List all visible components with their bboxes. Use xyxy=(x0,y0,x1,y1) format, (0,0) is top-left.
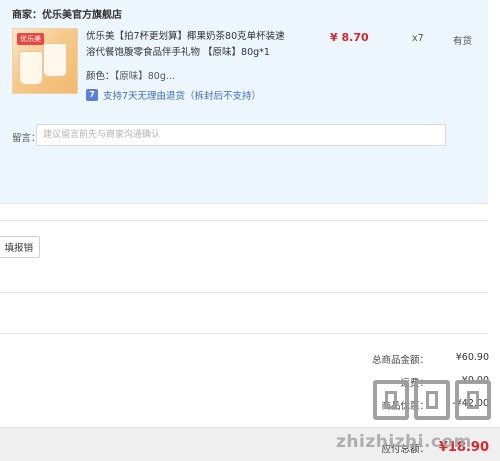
return-guarantee[interactable]: 7 支持7天无理由退货（拆封后不支持） xyxy=(86,88,261,102)
summary-label: 总商品金额： xyxy=(371,355,429,366)
section-divider xyxy=(0,220,488,221)
thumbnail-brand-tag: 优乐美 xyxy=(17,33,44,45)
milk-tea-cup-image xyxy=(19,51,43,85)
seven-day-return-icon: 7 xyxy=(86,89,98,101)
invoice-button[interactable]: 填报销 xyxy=(0,236,40,258)
merchant-line: 商家：优乐美官方旗舰店 xyxy=(12,6,122,21)
message-input[interactable] xyxy=(36,124,446,146)
attribute-key: 颜色： xyxy=(86,71,115,82)
product-attribute: 颜色：【原味】80g... xyxy=(86,68,175,82)
summary-row-total: 总商品金额： ¥60.90 xyxy=(309,352,489,366)
section-divider xyxy=(0,333,488,334)
product-title[interactable]: 优乐美【拍7杯更划算】椰果奶茶80克单杯装速溶代餐饱腹零食品伴手礼物 【原味】8… xyxy=(86,29,286,61)
merchant-label: 商家： xyxy=(12,10,42,21)
watermark-glyph xyxy=(373,380,409,420)
watermark-logo-icon xyxy=(373,380,491,420)
milk-tea-cup-image xyxy=(43,43,67,77)
watermark-glyph xyxy=(414,380,450,420)
unit-price: ¥ 8.70 xyxy=(330,31,369,44)
product-thumbnail[interactable]: 优乐美 xyxy=(12,28,78,94)
order-item-panel: 商家：优乐美官方旗舰店 优乐美 优乐美【拍7杯更划算】椰果奶茶80克单杯装速溶代… xyxy=(0,0,488,204)
return-guarantee-text: 支持7天无理由退货（拆封后不支持） xyxy=(103,91,262,102)
merchant-name[interactable]: 优乐美官方旗舰店 xyxy=(42,10,122,21)
stock-status: 有货 xyxy=(453,36,473,47)
quantity: x7 xyxy=(412,33,424,44)
attribute-value: 【原味】80g... xyxy=(114,71,175,82)
watermark-text: zhizhizhi.com xyxy=(336,432,472,452)
section-divider xyxy=(0,292,488,293)
watermark-glyph xyxy=(455,380,491,420)
summary-value: ¥60.90 xyxy=(455,352,489,363)
